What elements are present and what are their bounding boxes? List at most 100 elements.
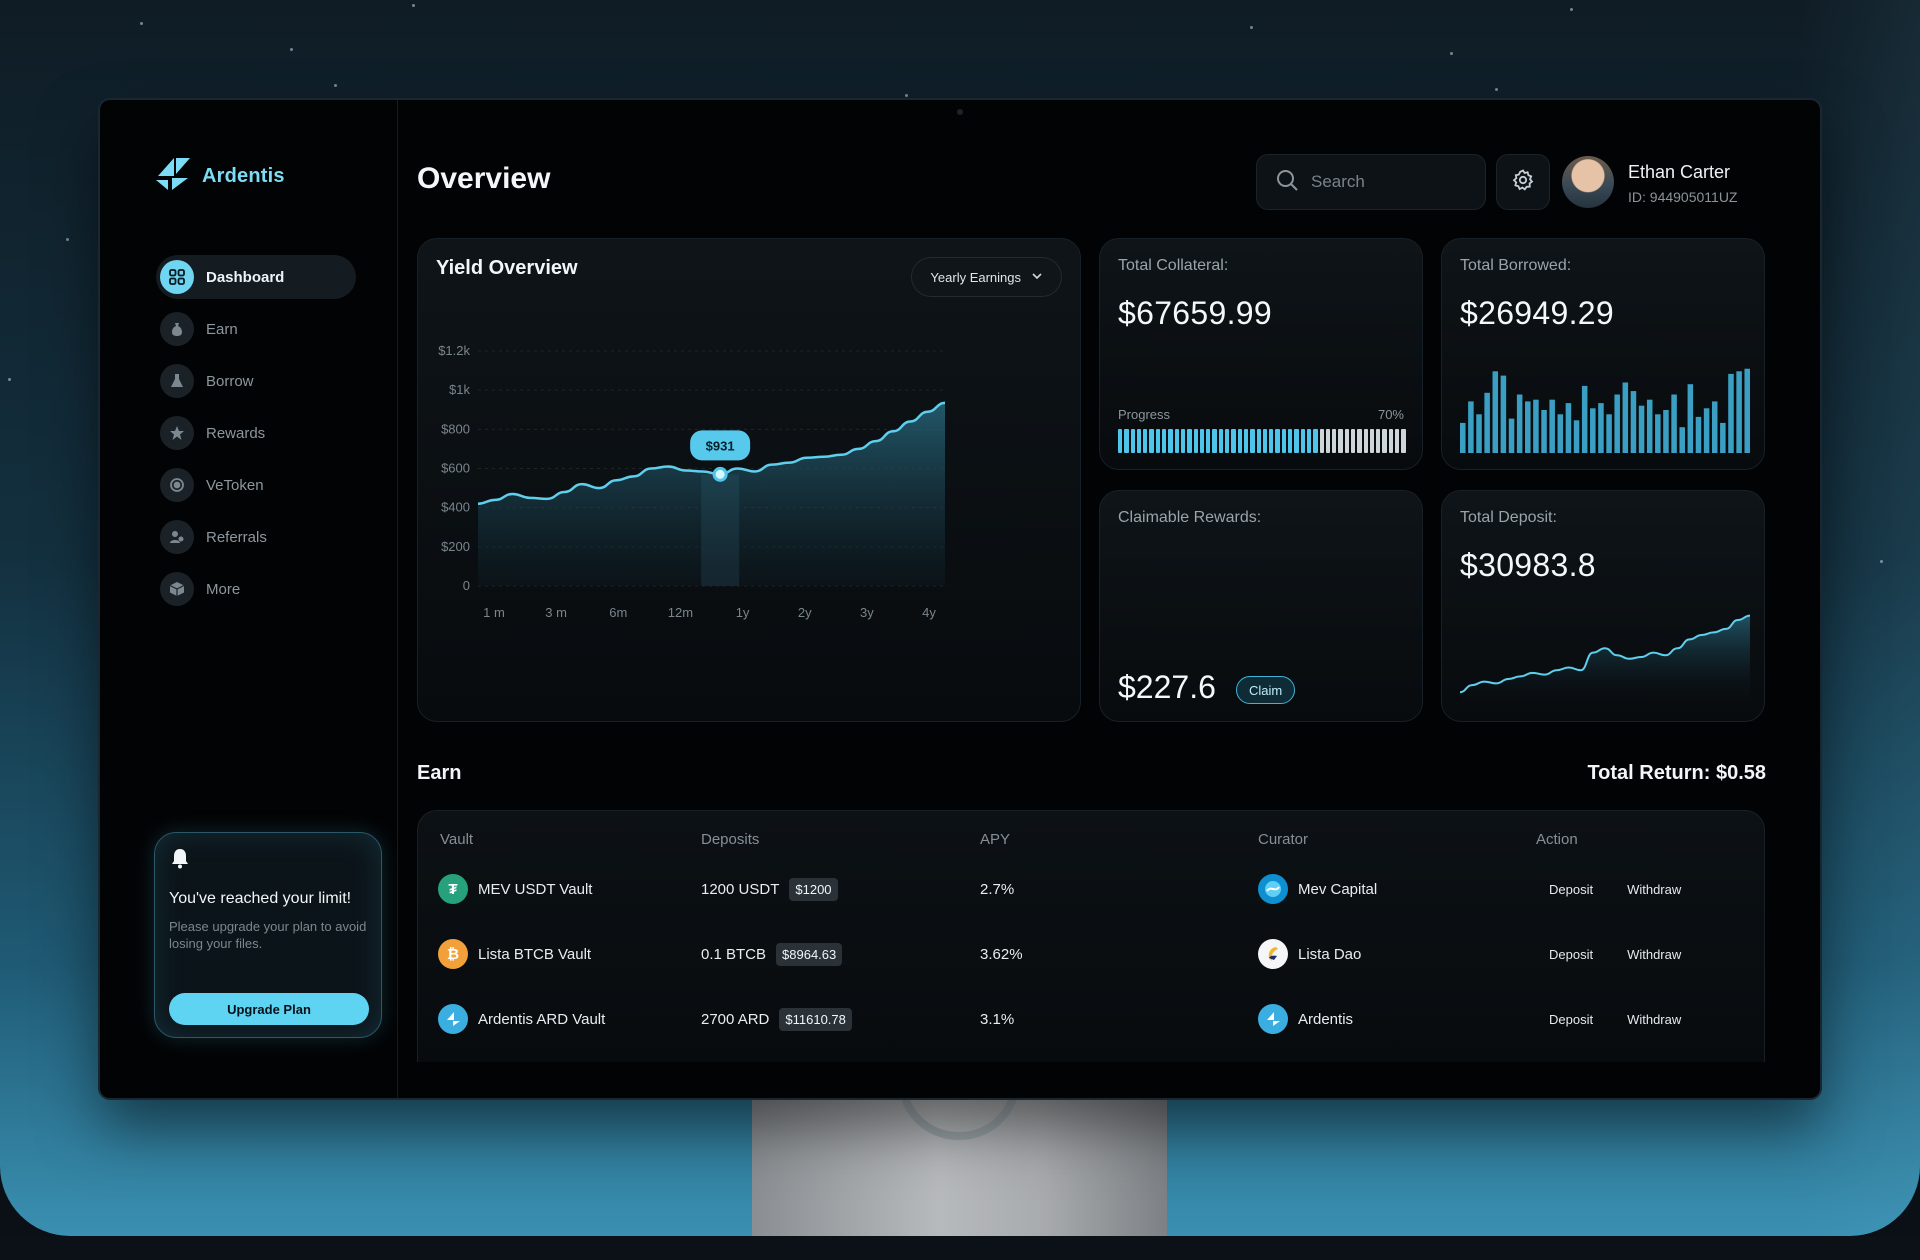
user-name: Ethan Carter [1628,162,1731,182]
table-row[interactable]: ₿ Lista BTCB Vault 0.1 BTCB $8964.63 3.6… [418,930,1764,978]
settings-button[interactable] [1496,154,1550,210]
borrowed-bar [1460,422,1466,453]
borrowed-bar [1695,416,1702,453]
borrowed-bar [1468,401,1474,453]
borrowed-bar [1581,385,1588,453]
progress-segment [1275,429,1280,453]
limit-text: Please upgrade your plan to avoid losing… [169,919,367,951]
progress-segment [1124,429,1129,453]
apy-cell: 3.62% [980,945,1023,963]
table-row[interactable]: Ardentis ARD Vault 2700 ARD $11610.78 3.… [418,995,1764,1043]
withdraw-button[interactable]: Withdraw [1627,947,1681,962]
y-tick-label: $1k [449,382,470,397]
sidebar-item-earn[interactable]: Earn [156,307,356,351]
borrowed-bar [1476,414,1482,453]
progress-segment [1325,429,1331,453]
borrowed-bar [1744,368,1750,453]
progress-segment [1395,429,1400,453]
curator-name: Mev Capital [1298,880,1378,898]
column-header-apy: APY [980,831,1011,848]
avatar[interactable] [1562,156,1614,208]
sidebar-item-label: Borrow [206,372,254,390]
chevron-down-icon [1031,270,1043,285]
progress-segment [1237,429,1242,453]
borrowed-bar [1508,418,1515,453]
apy-cell: 3.1% [980,1010,1015,1028]
borrowed-bar [1614,394,1620,453]
upgrade-limit-card: You've reached your limit! Please upgrad… [154,832,382,1038]
progress-segment [1225,429,1230,453]
claim-button[interactable]: Claim [1236,676,1296,704]
sidebar-item-rewards[interactable]: Rewards [156,411,356,455]
progress-segment [1206,429,1211,453]
x-tick-label: 3y [860,605,874,620]
deposit-button[interactable]: Deposit [1549,947,1593,962]
borrowed-bar [1549,399,1555,453]
yield-overview-card: 0 $200 $400 $600 $800 $1k $1.2k 1 m 3 m 6m 12m 1y 2y… [417,238,1081,722]
vault-cell: ₿ Lista BTCB Vault [438,930,591,978]
yearly-earnings-dropdown[interactable]: Yearly Earnings [911,257,1062,297]
curator-cell: Mev Capital [1258,865,1377,913]
borrowed-bar [1728,373,1734,453]
sidebar-item-more[interactable]: More [156,567,356,611]
progress-segment [1300,429,1305,453]
progress-segment [1193,429,1198,453]
total-return: Total Return: $0.58 [1587,762,1766,784]
column-header-action: Action [1536,831,1578,848]
progress-segment [1281,429,1287,453]
deposit-usd-badge: $11610.78 [779,1007,852,1031]
borrowed-bar [1606,414,1612,453]
sidebar-item-label: Rewards [206,424,266,442]
brand[interactable]: Ardentis [154,156,285,197]
progress-segment [1118,429,1123,453]
sidebar-item-vetoken[interactable]: VeToken [156,463,356,507]
deposit-amount: 0.1 BTCB [701,945,767,963]
sidebar-item-referrals[interactable]: Referrals [156,515,356,559]
deposit-button[interactable]: Deposit [1549,882,1593,897]
sidebar-nav: Dashboard Earn Borrow Rewards VeToken Re… [156,255,356,619]
progress-segment [1243,429,1249,453]
search-input[interactable] [1311,172,1461,192]
vault-name: MEV USDT Vault [478,880,593,898]
deposit-usd-badge: $8964.63 [776,942,843,966]
borrowed-bar [1598,403,1604,453]
table-row[interactable]: ₮ MEV USDT Vault 1200 USDT $1200 2.7% Me… [418,865,1764,913]
progress-segment [1350,429,1356,453]
sidebar-item-dashboard[interactable]: Dashboard [156,255,356,299]
vault-name: Lista BTCB Vault [478,945,592,963]
borrowed-label: Total Borrowed: [1460,257,1572,274]
bell-icon [169,849,191,873]
curator-cell: Ardentis [1258,995,1353,1043]
deposit-label: Total Deposit: [1460,509,1557,526]
earn-title: Earn [417,762,462,784]
sidebar-item-label: More [206,580,241,598]
total-deposit-card: Total Deposit: $30983.8 [1441,490,1765,722]
withdraw-button[interactable]: Withdraw [1627,1012,1681,1027]
deposit-button[interactable]: Deposit [1549,1012,1593,1027]
page-title: Overview [417,162,551,195]
y-tick-label: $400 [441,500,470,515]
x-tick-label: 1 m [483,605,505,620]
sidebar-item-label: VeToken [206,476,264,494]
upgrade-plan-button[interactable]: Upgrade Plan [169,993,369,1025]
action-cell: Deposit Withdraw [1549,930,1681,978]
mev-capital-icon [1258,874,1288,904]
withdraw-button[interactable]: Withdraw [1627,882,1681,897]
borrowed-bar [1687,384,1694,453]
x-tick-label: 3 m [545,605,567,620]
sidebar-item-label: Dashboard [206,268,285,286]
progress-segment [1313,429,1318,453]
sidebar: Ardentis Dashboard Earn Borrow Rewards V… [100,100,398,1098]
progress-segment [1369,429,1375,453]
progress-segment [1212,429,1217,453]
y-tick-label: $200 [441,539,470,554]
progress-segment [1218,429,1224,453]
monitor-screen: Ardentis Dashboard Earn Borrow Rewards V… [100,100,1820,1098]
tooltip-label: $931 [706,438,735,453]
search-box[interactable] [1256,154,1486,210]
sidebar-item-borrow[interactable]: Borrow [156,359,356,403]
vault-name: Ardentis ARD Vault [478,1010,606,1028]
progress-segment [1319,429,1324,453]
borrowed-bar [1711,401,1718,453]
search-icon [1275,168,1299,197]
